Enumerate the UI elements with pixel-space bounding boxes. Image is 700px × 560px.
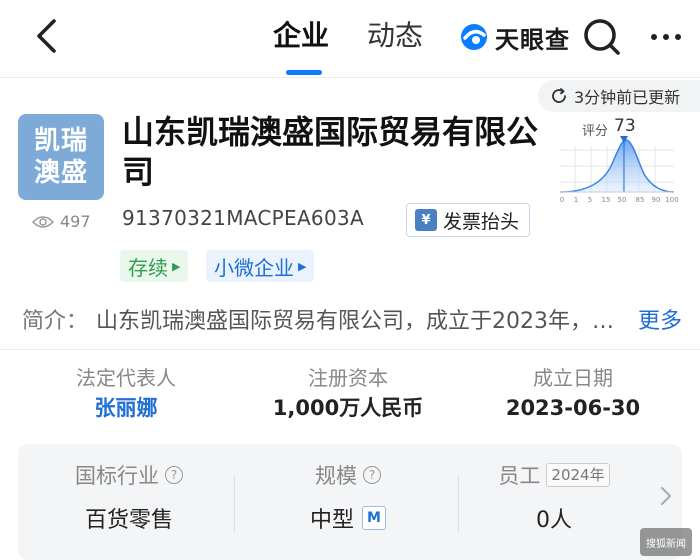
scale-value: 中型 M (278, 502, 418, 534)
scale-badge[interactable]: M (362, 506, 386, 530)
card-divider (234, 476, 235, 532)
company-logo: 凯瑞 澳盛 (18, 114, 104, 200)
back-button[interactable] (26, 14, 66, 58)
industry-cell: 国标行业 ? 百货零售 (54, 458, 204, 534)
intro-text: 山东凯瑞澳盛国际贸易有限公司，成立于2023年，位于山东省淄博市 (96, 309, 630, 334)
axis-tick: 1 (574, 196, 578, 204)
search-button[interactable] (582, 17, 622, 57)
staff-label: 员工 (498, 464, 541, 488)
scale-cell: 规模 ? 中型 M (278, 458, 418, 534)
top-navigation-bar: 企业 动态 天眼查 (0, 0, 700, 78)
question-icon[interactable]: ? (363, 466, 381, 484)
brand-name: 天眼查 (495, 25, 570, 54)
tab-news[interactable]: 动态 (367, 14, 423, 58)
legal-representative: 法定代表人 张丽娜 (56, 364, 196, 424)
scale-value-text: 中型 (309, 508, 354, 533)
question-icon[interactable]: ? (165, 466, 183, 484)
staff-value-text: 0人 (536, 508, 572, 533)
axis-tick: 0 (560, 196, 564, 204)
staff-value: 0人 (484, 502, 624, 534)
industry-label: 国标行业 (75, 464, 159, 488)
dot-icon (663, 34, 669, 40)
refresh-icon (552, 88, 566, 103)
axis-tick: 15 (602, 196, 611, 204)
logo-text-line2: 澳盛 (33, 158, 88, 188)
card-divider (458, 476, 459, 532)
section-divider (0, 349, 700, 350)
company-score-widget[interactable]: 0 1 5 15 50 85 90 100 评分 73 (552, 116, 682, 208)
dot-icon (675, 34, 681, 40)
chevron-right-icon[interactable] (658, 484, 674, 508)
axis-tick: 5 (588, 196, 592, 204)
axis-tick: 100 (665, 196, 678, 204)
registered-capital: 注册资本 1,000万人民币 (258, 364, 438, 424)
intro-label: 简介： (22, 309, 89, 334)
score-label: 评分 (582, 124, 609, 139)
company-details-card[interactable]: 国标行业 ? 百货零售 规模 ? 中型 M 员工 2024年 0人 (18, 444, 682, 560)
triangle-right-icon: ▶ (172, 259, 181, 273)
logo-text-line1: 凯瑞 (33, 126, 88, 156)
legal-representative-label: 法定代表人 (76, 366, 176, 390)
refresh-status-text: 3分钟前已更新 (574, 88, 681, 107)
status-tag[interactable]: 存续 ▶ (120, 250, 189, 282)
registered-capital-value: 1,000万人民币 (272, 396, 424, 420)
registered-capital-label: 注册资本 (308, 366, 388, 390)
search-icon (584, 19, 620, 55)
refresh-status-button[interactable]: 3分钟前已更新 (538, 80, 700, 112)
triangle-right-icon: ▶ (298, 259, 307, 273)
industry-value: 百货零售 (54, 502, 204, 534)
invoice-icon: ¥ (415, 209, 437, 231)
watermark: 搜狐新闻 (640, 528, 692, 556)
tianyancha-logo-icon (461, 24, 487, 50)
eye-icon (32, 215, 54, 228)
brand-logo: 天眼查 (459, 20, 570, 54)
more-options-button[interactable] (646, 20, 686, 54)
unified-credit-code[interactable]: 91370321MACPEA603A (122, 206, 364, 230)
active-tab-indicator (286, 70, 322, 75)
industry-value-text: 百货零售 (84, 508, 173, 533)
axis-tick: 50 (618, 196, 627, 204)
company-intro: 简介： 山东凯瑞澳盛国际贸易有限公司，成立于2023年，位于山东省淄博市 更多 (22, 302, 682, 336)
size-tag-label: 小微企业 (214, 255, 294, 280)
axis-tick: 85 (636, 196, 645, 204)
invoice-title-button[interactable]: ¥ 发票抬头 (406, 203, 531, 237)
company-name: 山东凯瑞澳盛国际贸易有限公司 (122, 113, 539, 191)
staff-year-badge: 2024年 (546, 463, 610, 487)
axis-tick: 90 (652, 196, 661, 204)
view-count-value: 497 (60, 212, 91, 231)
view-count: 497 (32, 212, 91, 231)
legal-representative-link[interactable]: 张丽娜 (56, 392, 196, 424)
invoice-title-label: 发票抬头 (443, 210, 520, 233)
tab-company[interactable]: 企业 (273, 14, 329, 58)
establishment-date-value: 2023-06-30 (505, 396, 641, 420)
score-value: 73 (614, 116, 636, 136)
dot-icon (651, 34, 657, 40)
scale-label: 规模 (315, 464, 357, 488)
staff-cell: 员工 2024年 0人 (484, 458, 624, 534)
chevron-left-icon (37, 19, 56, 53)
enterprise-size-tag[interactable]: 小微企业 ▶ (206, 250, 315, 282)
establishment-date: 成立日期 2023-06-30 (498, 364, 648, 424)
intro-more-link[interactable]: 更多 (638, 303, 682, 335)
establishment-date-label: 成立日期 (533, 366, 613, 390)
status-tag-label: 存续 (128, 255, 168, 280)
